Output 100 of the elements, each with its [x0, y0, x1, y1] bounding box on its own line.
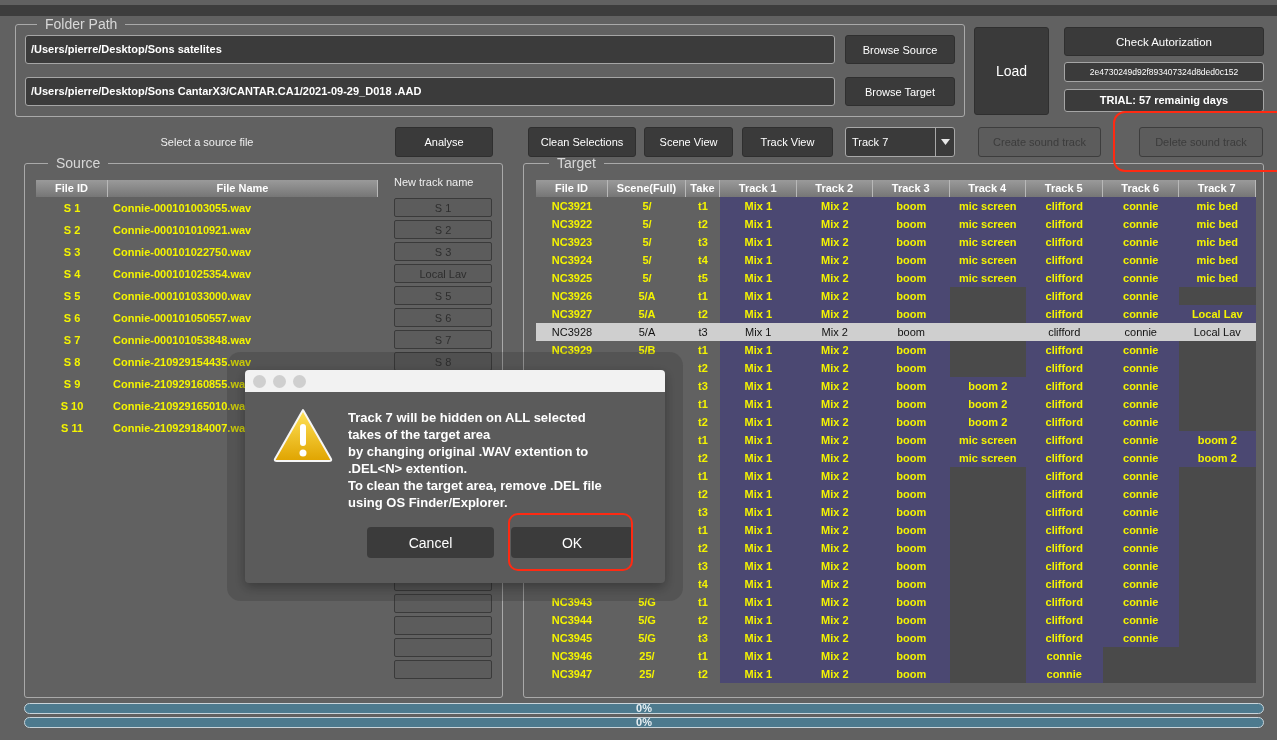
table-cell[interactable]: Connie-000101010921.wav [108, 224, 378, 236]
track-name-field[interactable] [394, 638, 492, 657]
table-cell: connie [1026, 647, 1103, 665]
table-row[interactable]: NC3929 5/B t1 Mix 1 Mix 2 boom clifford connie [536, 341, 1255, 359]
table-row[interactable]: NC3923 5/ t3 Mix 1 Mix 2 boom mic screen clifford connie mic bed [536, 233, 1255, 251]
table-cell[interactable]: Connie-000101033000.wav [108, 290, 378, 302]
table-cell-text: t3 [697, 559, 709, 574]
table-cell: Mix 2 [796, 647, 873, 665]
table-cell[interactable]: S 11 [36, 422, 108, 434]
table-cell[interactable]: S 4 [36, 268, 108, 280]
table-cell: connie [1102, 539, 1179, 557]
table-cell: Mix 2 [796, 413, 873, 431]
load-button[interactable]: Load [974, 27, 1049, 115]
table-cell-text: 5/ [641, 235, 653, 250]
table-cell: connie [1102, 575, 1179, 593]
table-cell[interactable]: S 5 [36, 290, 108, 302]
column-header[interactable]: Track 7 [1179, 180, 1256, 197]
table-cell: boom [873, 413, 950, 431]
table-cell: boom 2 [1179, 449, 1256, 467]
window-button[interactable] [293, 374, 306, 388]
table-row[interactable]: t2 Mix 1 Mix 2 boom clifford connie [536, 359, 1255, 377]
table-cell-text: NC3947 [550, 667, 594, 682]
table-cell[interactable]: Connie-000101053848.wav [108, 334, 378, 346]
table-row[interactable]: NC3944 5/G t2 Mix 1 Mix 2 boom clifford connie [536, 611, 1255, 629]
column-header[interactable]: Scene(Full) [608, 180, 686, 197]
table-cell: Mix 1 [720, 359, 797, 377]
table-cell: Mix 2 [796, 251, 873, 269]
column-header[interactable]: Track 3 [873, 180, 950, 197]
table-row[interactable]: NC3946 25/ t1 Mix 1 Mix 2 boom connie [536, 647, 1255, 665]
column-header[interactable]: Track 5 [1026, 180, 1103, 197]
table-cell: Local Lav [1179, 305, 1256, 323]
table-row[interactable]: NC3945 5/G t3 Mix 1 Mix 2 boom clifford connie [536, 629, 1255, 647]
table-row[interactable]: NC3925 5/ t5 Mix 1 Mix 2 boom mic screen clifford connie mic bed [536, 269, 1255, 287]
table-cell[interactable]: Connie-000101022750.wav [108, 246, 378, 258]
path-field[interactable]: /Users/pierre/Desktop/Sons CantarX3/CANTAR.CA1/2021-09-29_D018 .AAD [25, 77, 835, 106]
table-cell[interactable]: S 1 [36, 202, 108, 214]
column-header[interactable]: File ID [536, 180, 608, 197]
table-cell[interactable]: S 10 [36, 400, 108, 412]
table-cell[interactable]: Connie-000101050557.wav [108, 312, 378, 324]
table-cell[interactable]: S 2 [36, 224, 108, 236]
table-cell: mic screen [949, 233, 1026, 251]
table-cell[interactable]: S 7 [36, 334, 108, 346]
table-cell: Mix 2 [796, 539, 873, 557]
column-header[interactable]: Take [686, 180, 720, 197]
browse-button[interactable]: Browse Target [845, 77, 955, 106]
toolbar-button[interactable]: Clean Selections [528, 127, 636, 157]
table-cell-text: NC3927 [550, 307, 594, 322]
track-name-field[interactable] [394, 594, 492, 613]
table-row[interactable]: NC3927 5/A t2 Mix 1 Mix 2 boom clifford connie Local Lav [536, 305, 1255, 323]
table-cell: boom [873, 377, 950, 395]
browse-button[interactable]: Browse Source [845, 35, 955, 64]
table-cell-text: NC3928 [550, 325, 594, 340]
toolbar-button[interactable]: Track View [742, 127, 833, 157]
table-cell[interactable]: Connie-000101025354.wav [108, 268, 378, 280]
toolbar-button[interactable]: Scene View [644, 127, 733, 157]
column-header[interactable]: Track 6 [1102, 180, 1179, 197]
table-cell: mic bed [1179, 251, 1256, 269]
table-row[interactable]: t3 Mix 1 Mix 2 boom clifford connie [536, 557, 1255, 575]
table-row[interactable]: NC3926 5/A t1 Mix 1 Mix 2 boom clifford connie [536, 287, 1255, 305]
table-cell: boom [873, 593, 950, 611]
table-row[interactable]: NC3924 5/ t4 Mix 1 Mix 2 boom mic screen clifford connie mic bed [536, 251, 1255, 269]
path-field[interactable]: /Users/pierre/Desktop/Sons satelites [25, 35, 835, 64]
column-header[interactable]: Track 4 [949, 180, 1026, 197]
table-cell: connie [1102, 557, 1179, 575]
window-button[interactable] [253, 374, 266, 388]
table-row[interactable]: NC3947 25/ t2 Mix 1 Mix 2 boom connie [536, 665, 1255, 683]
table-row[interactable]: NC3928 5/A t3 Mix 1 Mix 2 boom clifford connie Local Lav [536, 323, 1255, 341]
table-row[interactable]: NC3922 5/ t2 Mix 1 Mix 2 boom mic screen clifford connie mic bed [536, 215, 1255, 233]
table-cell[interactable]: S 8 [36, 356, 108, 368]
table-cell[interactable]: Connie-210929154435.wav [108, 356, 378, 368]
dialog-button[interactable]: OK [511, 527, 633, 558]
table-cell[interactable]: S 9 [36, 378, 108, 390]
table-cell: boom 2 [949, 413, 1026, 431]
table-cell: Mix 1 [720, 341, 797, 359]
column-header[interactable]: Track 1 [720, 180, 797, 197]
track-dropdown[interactable]: Track 7 [845, 127, 955, 157]
table-row[interactable]: NC3921 5/ t1 Mix 1 Mix 2 boom mic screen clifford connie mic bed [536, 197, 1255, 215]
window-button[interactable] [273, 374, 286, 388]
column-header[interactable]: File Name [108, 180, 378, 197]
table-cell: mic screen [949, 269, 1026, 287]
column-header[interactable]: Track 2 [796, 180, 873, 197]
table-row[interactable]: t3 Mix 1 Mix 2 boom boom 2 clifford connie [536, 377, 1255, 395]
table-cell: mic screen [949, 251, 1026, 269]
track-name-field[interactable] [394, 660, 492, 679]
track-name-field[interactable] [394, 616, 492, 635]
table-cell[interactable]: Connie-000101003055.wav [108, 202, 378, 214]
table-cell: boom [873, 611, 950, 629]
table-cell-text: t2 [697, 361, 709, 376]
table-row[interactable]: t4 Mix 1 Mix 2 boom clifford connie [536, 575, 1255, 593]
table-cell-text: t2 [697, 415, 709, 430]
authorization-button[interactable]: Check Autorization [1064, 27, 1264, 56]
dialog-button[interactable]: Cancel [367, 527, 494, 558]
table-cell-text: t4 [697, 577, 709, 592]
table-cell[interactable]: S 6 [36, 312, 108, 324]
column-header[interactable]: File ID [36, 180, 108, 197]
table-cell: clifford [1026, 575, 1103, 593]
table-cell[interactable]: S 3 [36, 246, 108, 258]
table-row[interactable]: NC3943 5/G t1 Mix 1 Mix 2 boom clifford connie [536, 593, 1255, 611]
table-cell: Mix 2 [796, 287, 873, 305]
toolbar-button[interactable]: Analyse [395, 127, 493, 157]
